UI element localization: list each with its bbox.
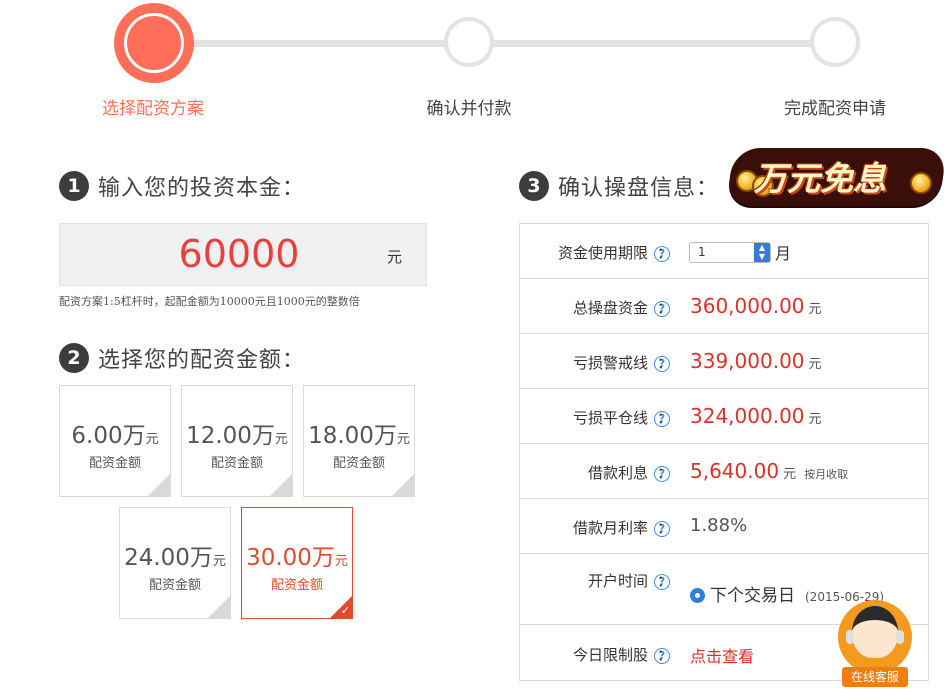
corner-mark <box>270 474 292 496</box>
period-select[interactable]: 1 ▲ ▼ <box>689 242 771 263</box>
period-select-value: 1 <box>698 245 706 259</box>
step-3-label: 完成配资申请 <box>784 99 886 119</box>
amount-option-30[interactable]: 30.00万元 配资金额 ✓ <box>241 507 353 619</box>
step-1-label: 选择配资方案 <box>102 99 204 119</box>
progress-track-2 <box>490 40 812 47</box>
option-amount: 6.00万元 <box>71 423 159 449</box>
option-label: 配资金额 <box>88 456 141 471</box>
option-label: 配资金额 <box>332 456 385 471</box>
open-time-option[interactable]: 下个交易日 (2015-06-29) <box>690 581 884 606</box>
principal-unit: 元 <box>386 248 402 266</box>
section-2-number: 2 <box>59 343 89 373</box>
option-label: 配资金额 <box>210 456 263 471</box>
close-line-label: 亏损平仓线? <box>573 407 670 428</box>
step-2-label: 确认并付款 <box>426 99 512 119</box>
total-label: 总操盘资金? <box>573 297 670 318</box>
amount-option-18[interactable]: 18.00万元 配资金额 <box>303 385 415 497</box>
headset-icon <box>846 630 854 644</box>
section-3-title: 确认操盘信息： <box>558 176 720 201</box>
monthly-rate-label: 借款月利率? <box>573 517 670 538</box>
section-1-title: 输入您的投资本金： <box>98 176 306 201</box>
row-colon: ： <box>657 464 673 482</box>
restricted-label: 今日限制股? <box>573 644 670 665</box>
interest-value: 5,640.00 元按月收取 <box>690 459 849 483</box>
corner-mark <box>392 474 414 496</box>
option-amount: 12.00万元 <box>186 423 288 449</box>
service-label[interactable]: 在线客服 <box>842 667 908 687</box>
step-3-indicator <box>810 17 860 67</box>
step-1-inner <box>124 13 184 73</box>
info-row-total: 总操盘资金? ： 360,000.00 元 <box>520 279 928 334</box>
option-label: 配资金额 <box>270 578 323 593</box>
row-colon: ： <box>657 646 673 664</box>
check-icon: ✓ <box>340 604 350 617</box>
updown-arrow-icon: ▲ ▼ <box>754 243 770 262</box>
principal-note: 配资方案1:5杠杆时，起配金额为10000元且1000元的整数倍 <box>59 295 360 308</box>
warning-line-value: 339,000.00 元 <box>690 349 822 373</box>
period-label: 资金使用期限? <box>558 242 670 263</box>
radio-selected-icon[interactable] <box>690 588 705 603</box>
principal-value[interactable]: 60000 <box>60 232 428 276</box>
option-amount: 24.00万元 <box>124 545 226 571</box>
headset-icon <box>896 630 904 644</box>
row-colon: ： <box>657 572 673 590</box>
close-line-value: 324,000.00 元 <box>690 404 822 428</box>
step-2-indicator <box>444 17 494 67</box>
corner-mark <box>208 596 230 618</box>
row-colon: ： <box>657 299 673 317</box>
period-unit: 月 <box>775 244 792 263</box>
amount-option-6[interactable]: 6.00万元 配资金额 <box>59 385 171 497</box>
open-time-option-label: 下个交易日 <box>710 586 795 606</box>
service-agent-icon[interactable] <box>852 606 898 658</box>
row-colon: ： <box>657 244 673 262</box>
progress-track-1 <box>190 40 448 47</box>
amount-option-12[interactable]: 12.00万元 配资金额 <box>181 385 293 497</box>
row-colon: ： <box>657 519 673 537</box>
section-3-number: 3 <box>519 171 549 201</box>
restricted-link[interactable]: 点击查看 <box>690 643 754 667</box>
row-colon: ： <box>657 354 673 372</box>
info-row-warning-line: 亏损警戒线? ： 339,000.00 元 <box>520 334 928 389</box>
coin-icon <box>910 172 932 194</box>
section-1-number: 1 <box>59 171 89 201</box>
option-amount: 30.00万元 <box>246 545 348 571</box>
option-amount: 18.00万元 <box>308 423 410 449</box>
info-row-interest: 借款利息? ： 5,640.00 元按月收取 <box>520 444 928 499</box>
section-2-title: 选择您的配资金额： <box>98 348 306 373</box>
row-colon: ： <box>657 409 673 427</box>
promo-badge-text: 万元免息 <box>754 159 886 198</box>
option-label: 配资金额 <box>148 578 201 593</box>
info-row-close-line: 亏损平仓线? ： 324,000.00 元 <box>520 389 928 444</box>
monthly-rate-value: 1.88% <box>690 515 748 536</box>
amount-option-24[interactable]: 24.00万元 配资金额 <box>119 507 231 619</box>
warning-line-label: 亏损警戒线? <box>573 352 670 373</box>
info-row-monthly-rate: 借款月利率? ： 1.88% <box>520 499 928 554</box>
total-value: 360,000.00 元 <box>690 294 822 318</box>
principal-input[interactable]: 60000 元 <box>59 223 427 286</box>
corner-mark <box>148 474 170 496</box>
info-row-period: 资金使用期限? ： 1 ▲ ▼ 月 <box>520 224 928 279</box>
